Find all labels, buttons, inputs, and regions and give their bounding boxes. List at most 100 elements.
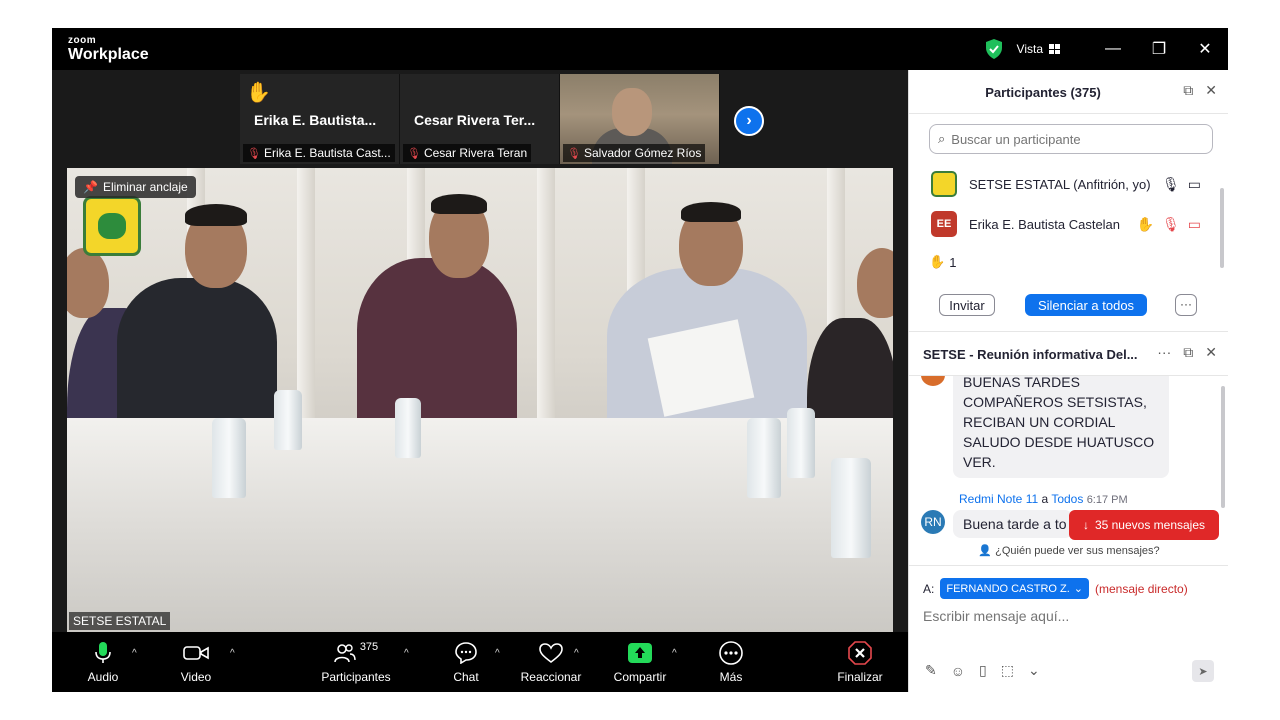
setse-logo <box>83 196 141 256</box>
raised-hands-summary: ✋ 1 <box>929 254 956 270</box>
pop-out-icon[interactable]: ⧉ <box>1183 82 1193 99</box>
water-bottle <box>747 418 781 498</box>
raised-hand-icon: ✋ <box>929 254 946 269</box>
water-bottle <box>212 418 246 498</box>
participants-count: 375 <box>359 641 379 653</box>
participant-search-input[interactable] <box>951 131 1192 147</box>
camera-feed-face <box>612 88 652 136</box>
tile-label: 🎙 Salvador Gómez Ríos <box>563 144 706 162</box>
new-messages-label: 35 nuevos mensajes <box>1094 518 1206 532</box>
tile-label: 🎙 Cesar Rivera Teran <box>403 144 532 162</box>
video-tile[interactable]: Cesar Rivera Ter... 🎙 Cesar Rivera Teran <box>400 74 560 164</box>
share-options-caret[interactable]: ^ <box>672 648 677 659</box>
video-button[interactable]: Video <box>178 632 214 692</box>
title-bar: zoom Workplace Vista — ❐ ✕ <box>52 28 1228 70</box>
who-can-see-label: ¿Quién puede ver sus mensajes? <box>995 545 1160 557</box>
more-button[interactable]: Más <box>716 632 746 692</box>
participants-title: Participantes (375) <box>985 85 1101 100</box>
recipient-name[interactable]: Todos <box>1051 492 1083 506</box>
main-video[interactable]: 📌 Eliminar anclaje SETSE ESTATAL <box>67 168 893 632</box>
participants-more-button[interactable]: ··· <box>1175 294 1197 316</box>
file-icon[interactable]: ▯ <box>979 662 987 679</box>
end-call-icon <box>848 641 872 665</box>
microphone-icon[interactable]: 🎙 <box>1162 176 1180 193</box>
react-button[interactable]: Reaccionar <box>518 632 584 692</box>
person <box>117 278 277 438</box>
react-label: Reaccionar <box>520 670 582 684</box>
chat-button[interactable]: Chat <box>450 632 482 692</box>
water-bottle <box>831 458 871 558</box>
chat-more-button[interactable]: ··· <box>1157 344 1171 361</box>
main-video-name-label: SETSE ESTATAL <box>69 612 171 630</box>
share-button[interactable]: Compartir <box>610 632 670 692</box>
close-panel-icon[interactable]: ✕ <box>1205 82 1217 99</box>
participants-button[interactable]: 375 Participantes <box>320 632 392 692</box>
mic-muted-icon[interactable]: 🎙 <box>1162 216 1180 233</box>
pop-out-icon[interactable]: ⧉ <box>1183 344 1193 361</box>
chat-scrollbar[interactable] <box>1221 386 1225 508</box>
participant-avatar: EE <box>931 211 957 237</box>
video-off-icon[interactable]: ▭ <box>1188 216 1201 233</box>
audio-options-caret[interactable]: ^ <box>132 648 137 659</box>
raised-hand-icon: ✋ <box>246 82 271 104</box>
curtain <box>537 168 555 418</box>
new-messages-button[interactable]: ↓ 35 nuevos mensajes <box>1069 510 1219 540</box>
invite-button[interactable]: Invitar <box>939 294 995 316</box>
chat-options-caret[interactable]: ^ <box>495 648 500 659</box>
sender-name[interactable]: Redmi Note 11 <box>959 492 1038 506</box>
video-label: Video <box>180 670 212 684</box>
to-label: A: <box>923 581 935 596</box>
participant-name: Erika E. Bautista Castelan <box>969 216 1121 232</box>
audio-button[interactable]: Audio <box>86 632 120 692</box>
video-options-caret[interactable]: ^ <box>230 648 235 659</box>
participants-options-caret[interactable]: ^ <box>404 648 409 659</box>
next-page-button[interactable]: › <box>734 106 764 136</box>
tile-label-text: Cesar Rivera Teran <box>423 146 528 160</box>
direct-message-label: (mensaje directo) <box>1095 581 1188 596</box>
participants-header: Participantes (375) ⧉ ✕ <box>909 70 1228 114</box>
chat-label: Chat <box>453 670 479 684</box>
participant-row[interactable]: EE Erika E. Bautista Castelan ✋ 🎙 ▭ <box>909 204 1228 244</box>
tile-label: 🎙 Erika E. Bautista Cast... <box>243 144 395 162</box>
unpin-button[interactable]: 📌 Eliminar anclaje <box>75 176 196 198</box>
video-tile[interactable]: ✋ Erika E. Bautista... 🎙 Erika E. Bautis… <box>240 74 400 164</box>
person-hair <box>681 202 741 222</box>
emoji-icon[interactable]: ☺ <box>951 663 965 679</box>
mic-muted-icon: 🎙 <box>567 147 581 160</box>
recipient-row: A: FERNANDO CASTRO Z. ⌄ (mensaje directo… <box>923 578 1188 599</box>
react-options-caret[interactable]: ^ <box>574 648 579 659</box>
participant-row[interactable]: SETSE ESTATAL (Anfitrión, yo) 🎙 ▭ <box>909 164 1228 204</box>
video-tile[interactable]: 🎙 Salvador Gómez Ríos <box>560 74 720 164</box>
chat-icon <box>455 642 477 664</box>
video-camera-icon[interactable]: ▭ <box>1188 176 1201 193</box>
share-label: Compartir <box>613 670 667 684</box>
chevron-down-icon[interactable]: ⌄ <box>1028 662 1040 679</box>
send-button[interactable]: ➤ <box>1192 660 1214 682</box>
person-hair <box>431 194 487 214</box>
arrow-down-icon: ↓ <box>1082 518 1089 532</box>
chat-header: SETSE - Reunión informativa Del... ··· ⧉… <box>909 332 1228 376</box>
screenshot-icon[interactable]: ⬚ <box>1001 662 1014 679</box>
mute-all-button[interactable]: Silenciar a todos <box>1025 294 1147 316</box>
audio-label: Audio <box>87 670 119 684</box>
shield-check-icon[interactable] <box>985 39 1003 59</box>
who-can-see-link[interactable]: 👤 ¿Quién puede ver sus mensajes? <box>909 540 1228 566</box>
format-text-icon[interactable]: ✎ <box>925 662 937 679</box>
water-bottle <box>787 408 815 478</box>
chat-compose-input[interactable] <box>923 608 1213 624</box>
recipient-select[interactable]: FERNANDO CASTRO Z. ⌄ <box>940 578 1090 599</box>
participants-scrollbar[interactable] <box>1220 188 1224 268</box>
chat-title: SETSE - Reunión informativa Del... <box>923 347 1138 362</box>
participant-search[interactable]: ⌕ <box>929 124 1213 154</box>
close-button[interactable]: ✕ <box>1182 28 1228 70</box>
view-button[interactable]: Vista <box>1017 42 1060 56</box>
restore-button[interactable]: ❐ <box>1136 28 1182 70</box>
close-chat-icon[interactable]: ✕ <box>1205 344 1217 361</box>
chat-message: BUENAS TARDES COMPAÑEROS SETSISTAS, RECI… <box>953 376 1169 478</box>
send-icon: ➤ <box>1198 665 1208 678</box>
tile-label-text: Erika E. Bautista Cast... <box>263 146 391 160</box>
compose-toolbar: ✎ ☺ ▯ ⬚ ⌄ <box>925 662 1040 679</box>
minimize-button[interactable]: — <box>1090 28 1136 70</box>
tile-name: Erika E. Bautista... <box>254 112 377 128</box>
end-meeting-button[interactable]: Finalizar <box>836 632 884 692</box>
